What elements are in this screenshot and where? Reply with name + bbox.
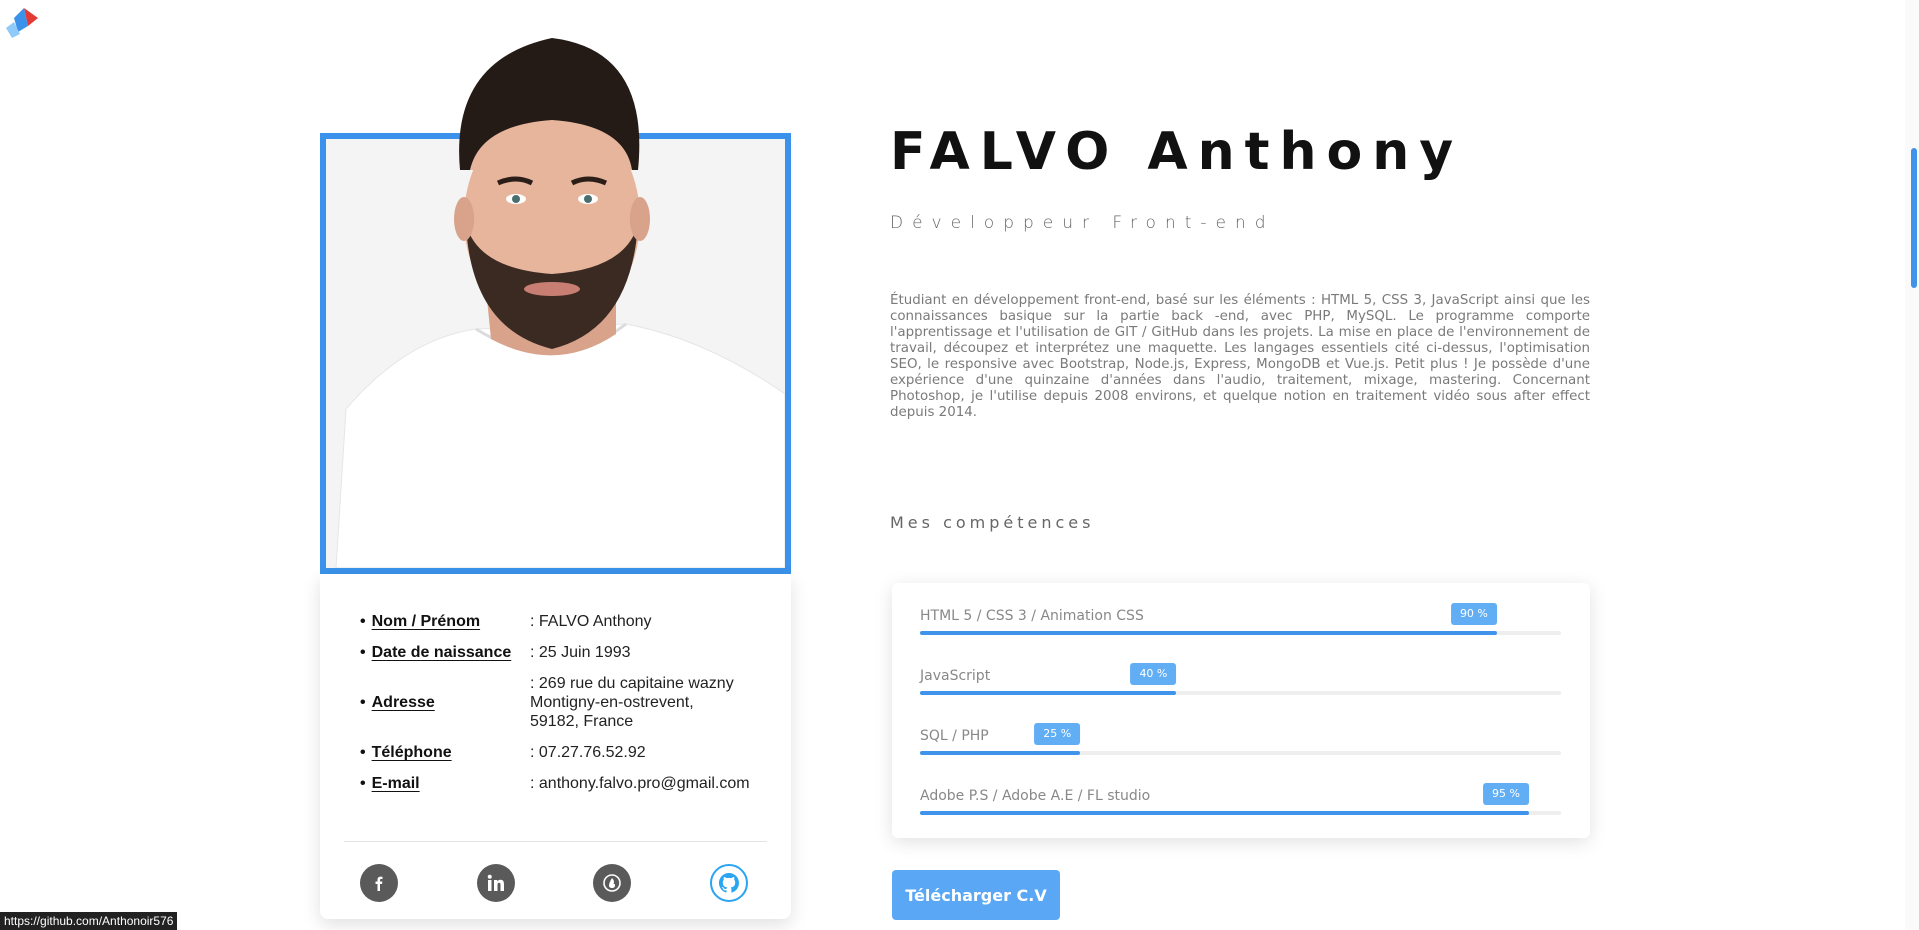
info-row-phone: • Téléphone : 07.27.76.52.92 [360, 743, 760, 762]
profile-role: Développeur Front-end [890, 213, 1275, 233]
info-table: • Nom / Prénom : FALVO Anthony • Date de n… [360, 612, 760, 805]
skill-percent-badge: 90 % [1450, 603, 1497, 625]
skill-label: JavaScript [920, 668, 991, 684]
site-logo[interactable] [4, 4, 48, 44]
skill-label: Adobe P.S / Adobe A.E / FL studio [920, 788, 1151, 804]
profile-name: FALVO Anthony [890, 122, 1464, 182]
skills-title: Mes compétences [890, 513, 1095, 532]
skill-item: Adobe P.S / Adobe A.E / FL studio 95 % [920, 771, 1561, 815]
skill-label: SQL / PHP [920, 728, 989, 744]
photo-head-overflow [320, 30, 791, 170]
photo-frame [320, 133, 791, 574]
info-value-email: : anthony.falvo.pro@gmail.com [530, 775, 750, 792]
info-card: • Nom / Prénom : FALVO Anthony • Date de n… [320, 574, 791, 919]
info-row-address: • Adresse : 269 rue du capitaine wazny Mo… [360, 674, 760, 731]
skill-progress-track [920, 751, 1561, 755]
linkedin-icon[interactable] [477, 864, 515, 902]
info-key-phone: Téléphone [371, 744, 452, 761]
scrollbar-thumb[interactable] [1911, 148, 1917, 288]
page-scrollbar[interactable] [1905, 0, 1919, 930]
social-links [360, 864, 750, 904]
skill-item: HTML 5 / CSS 3 / Animation CSS 90 % [920, 591, 1561, 635]
skill-label: HTML 5 / CSS 3 / Animation CSS [920, 608, 1144, 624]
card-divider [344, 841, 767, 842]
info-row-name: • Nom / Prénom : FALVO Anthony [360, 612, 760, 631]
info-row-birthdate: • Date de naissance : 25 Juin 1993 [360, 643, 760, 662]
skill-percent-badge: 95 % [1482, 783, 1529, 805]
info-value-name: : FALVO Anthony [530, 613, 652, 630]
skill-progress-fill [920, 751, 1081, 755]
info-value-address: : 269 rue du capitaine wazny Montigny-en… [530, 675, 734, 730]
info-key-birthdate: Date de naissance [371, 644, 512, 661]
github-icon[interactable] [710, 864, 748, 902]
status-bar-url: https://github.com/Anthonoir576 [0, 912, 178, 930]
freecodecamp-icon[interactable] [593, 864, 631, 902]
skill-item: SQL / PHP 25 % [920, 711, 1561, 755]
facebook-icon[interactable] [360, 864, 398, 902]
info-value-phone: : 07.27.76.52.92 [530, 744, 646, 761]
skill-progress-fill [920, 691, 1177, 695]
info-key-address: Adresse [371, 694, 435, 711]
info-key-email: E-mail [371, 775, 420, 792]
skill-progress-fill [920, 811, 1529, 815]
skill-progress-fill [920, 631, 1497, 635]
download-cv-button[interactable]: Télécharger C.V [892, 870, 1060, 920]
info-key-name: Nom / Prénom [371, 613, 481, 630]
skill-progress-track [920, 811, 1561, 815]
skill-progress-track [920, 631, 1561, 635]
skill-percent-badge: 40 % [1130, 663, 1177, 685]
info-row-email: • E-mail : anthony.falvo.pro@gmail.com [360, 774, 760, 793]
profile-photo [320, 30, 791, 574]
skill-percent-badge: 25 % [1034, 723, 1081, 745]
info-value-birthdate: : 25 Juin 1993 [530, 644, 631, 661]
skill-item: JavaScript 40 % [920, 651, 1561, 695]
skills-card: HTML 5 / CSS 3 / Animation CSS 90 % Java… [892, 583, 1590, 838]
profile-bio: Étudiant en développement front-end, bas… [890, 293, 1590, 420]
skill-progress-track [920, 691, 1561, 695]
